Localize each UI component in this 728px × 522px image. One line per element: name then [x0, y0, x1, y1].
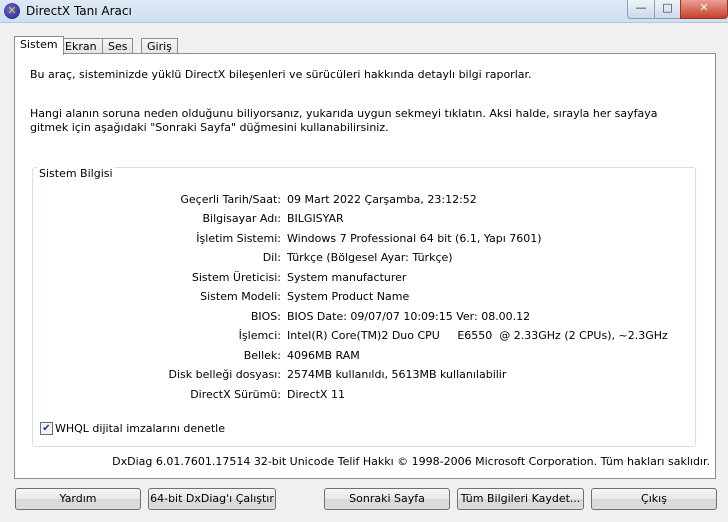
- field-label: İşlemci:: [238, 329, 281, 342]
- field-value: 2574MB kullanıldı, 5613MB kullanılabilir: [287, 368, 507, 381]
- row-label-bios: BIOS:: [101, 310, 281, 324]
- field-value: System Product Name: [287, 290, 410, 303]
- row-label-directx-version: DirectX Sürümü:: [101, 388, 281, 402]
- row-label-os: İşletim Sistemi:: [101, 232, 281, 246]
- tab-giris[interactable]: Giriş: [141, 38, 178, 54]
- row-label-memory: Bellek:: [101, 349, 281, 363]
- field-value: DirectX 11: [287, 388, 345, 401]
- field-value: System manufacturer: [287, 271, 407, 284]
- maximize-button[interactable]: □: [654, 0, 681, 19]
- row-label-processor: İşlemci:: [101, 329, 281, 343]
- field-value: BIOS Date: 09/07/07 10:09:15 Ver: 08.00.…: [287, 310, 531, 323]
- field-value: Türkçe (Bölgesel Ayar: Türkçe): [287, 251, 453, 264]
- field-value: 09 Mart 2022 Çarşamba, 23:12:52: [287, 193, 477, 206]
- close-button[interactable]: ✕: [680, 0, 728, 19]
- tab-panel-sistem: Bu araç, sisteminizde yüklü DirectX bile…: [14, 53, 716, 479]
- row-label-computer-name: Bilgisayar Adı:: [101, 212, 281, 226]
- field-label: Sistem Üreticisi:: [191, 271, 281, 284]
- row-label-manufacturer: Sistem Üreticisi:: [101, 271, 281, 285]
- field-label: DirectX Sürümü:: [190, 388, 281, 401]
- run-64bit-dxdiag-button[interactable]: 64-bit DxDiag'ı Çalıştır: [148, 488, 276, 510]
- help-button[interactable]: Yardım: [15, 488, 141, 510]
- next-page-button[interactable]: Sonraki Sayfa: [324, 488, 450, 510]
- instructions-text: Hangi alanın soruna neden olduğunu biliy…: [30, 107, 658, 134]
- tab-ekran[interactable]: Ekran: [59, 38, 103, 54]
- minimize-button[interactable]: —: [627, 0, 655, 19]
- field-label: Sistem Modeli:: [200, 290, 281, 303]
- exit-button[interactable]: Çıkış: [591, 488, 717, 510]
- row-label-language: Dil:: [101, 251, 281, 265]
- field-value: BILGISYAR: [287, 212, 344, 225]
- field-label: Disk belleği dosyası:: [168, 368, 281, 381]
- save-all-info-button[interactable]: Tüm Bilgileri Kaydet...: [457, 488, 584, 510]
- field-value: 4096MB RAM: [287, 349, 360, 362]
- whql-checkbox[interactable]: ✔: [40, 422, 53, 435]
- title-bar: ✕ DirectX Tanı Aracı — □ ✕: [0, 0, 728, 23]
- system-info-heading: Sistem Bilgisi: [37, 167, 115, 180]
- field-label: Geçerli Tarih/Saat:: [180, 193, 281, 206]
- directx-icon: ✕: [4, 3, 20, 19]
- tab-sistem[interactable]: Sistem: [14, 36, 64, 55]
- row-label-model: Sistem Modeli:: [101, 290, 281, 304]
- field-value: Windows 7 Professional 64 bit (6.1, Yapı…: [287, 232, 542, 245]
- field-label: Bellek:: [243, 349, 281, 362]
- intro-text: Bu araç, sisteminizde yüklü DirectX bile…: [30, 68, 532, 81]
- tab-ses[interactable]: Ses: [102, 38, 134, 54]
- row-label-date: Geçerli Tarih/Saat:: [101, 193, 281, 207]
- row-label-pagefile: Disk belleği dosyası:: [101, 368, 281, 382]
- window-title: DirectX Tanı Aracı: [26, 4, 132, 18]
- system-info-group: [32, 167, 696, 447]
- field-value: Intel(R) Core(TM)2 Duo CPU E6550 @ 2.33G…: [287, 329, 668, 342]
- copyright-text: DxDiag 6.01.7601.17514 32-bit Unicode Te…: [112, 455, 710, 468]
- field-label: Dil:: [262, 251, 281, 264]
- field-label: İşletim Sistemi:: [196, 232, 281, 245]
- whql-checkbox-label[interactable]: WHQL dijital imzalarını denetle: [55, 422, 225, 435]
- field-label: BIOS:: [250, 310, 281, 323]
- field-label: Bilgisayar Adı:: [202, 212, 281, 225]
